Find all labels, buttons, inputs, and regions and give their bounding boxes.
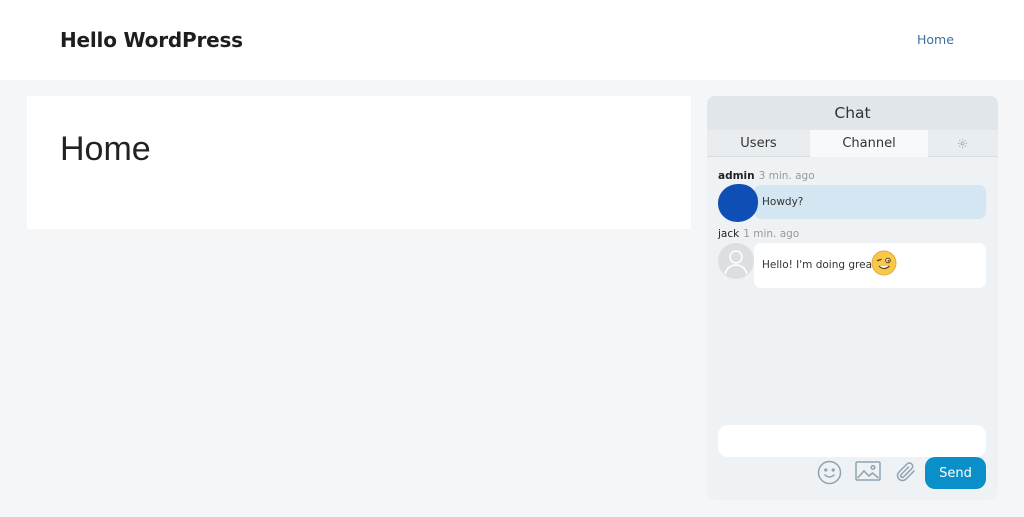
site-header: Hello WordPress Home [0, 0, 1024, 80]
smiley-icon[interactable] [817, 460, 842, 485]
avatar[interactable] [718, 243, 754, 279]
page-title: Home [60, 130, 151, 168]
message-meta: jack 1 min. ago [718, 228, 799, 240]
nav-link-home[interactable]: Home [917, 32, 954, 47]
message-author[interactable]: admin [718, 170, 755, 182]
send-button[interactable]: Send [925, 457, 986, 489]
user-silhouette-icon [724, 250, 748, 275]
message-bubble: Howdy? [754, 185, 986, 219]
message-time: 3 min. ago [758, 170, 815, 182]
message-bubble: Hello! I'm doing great. [754, 243, 986, 288]
site-title[interactable]: Hello WordPress [60, 28, 243, 52]
image-icon[interactable] [855, 460, 881, 482]
tab-users[interactable]: Users [707, 130, 810, 157]
message-time: 1 min. ago [743, 228, 800, 240]
message-text: Hello! I'm doing great. [762, 259, 880, 271]
chat-tabs: Users Channel [707, 130, 998, 157]
message-author[interactable]: jack [718, 228, 739, 240]
message-meta: admin 3 min. ago [718, 170, 815, 182]
tab-settings[interactable] [928, 130, 998, 157]
chat-header: Chat [707, 96, 998, 130]
chat-message-input[interactable] [718, 425, 986, 457]
message-text: Howdy? [762, 196, 804, 208]
chat-widget: Chat Users Channel admin 3 min. ago Howdy… [707, 96, 998, 500]
content-card: Home [27, 96, 691, 229]
avatar[interactable] [718, 184, 758, 222]
tab-channel[interactable]: Channel [810, 130, 928, 157]
gear-icon [957, 138, 968, 149]
winking-face-emoji [871, 250, 897, 276]
paperclip-icon[interactable] [894, 460, 918, 485]
